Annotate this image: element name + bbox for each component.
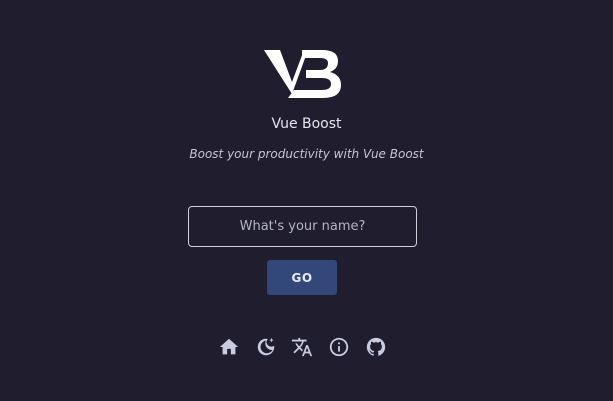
app-tagline: Boost your productivity with Vue Boost xyxy=(189,147,424,161)
translate-icon[interactable] xyxy=(291,336,313,358)
home-icon[interactable] xyxy=(218,336,240,358)
name-input[interactable] xyxy=(188,206,417,247)
github-icon[interactable] xyxy=(365,336,387,358)
info-icon[interactable] xyxy=(328,336,350,358)
app-title: Vue Boost xyxy=(271,116,342,132)
dark-mode-icon[interactable] xyxy=(255,336,277,358)
landing-page: Vue Boost Boost your productivity with V… xyxy=(0,0,613,401)
footer-toolbar xyxy=(0,336,613,360)
vue-boost-logo xyxy=(264,50,341,98)
go-button[interactable]: GO xyxy=(267,260,337,295)
